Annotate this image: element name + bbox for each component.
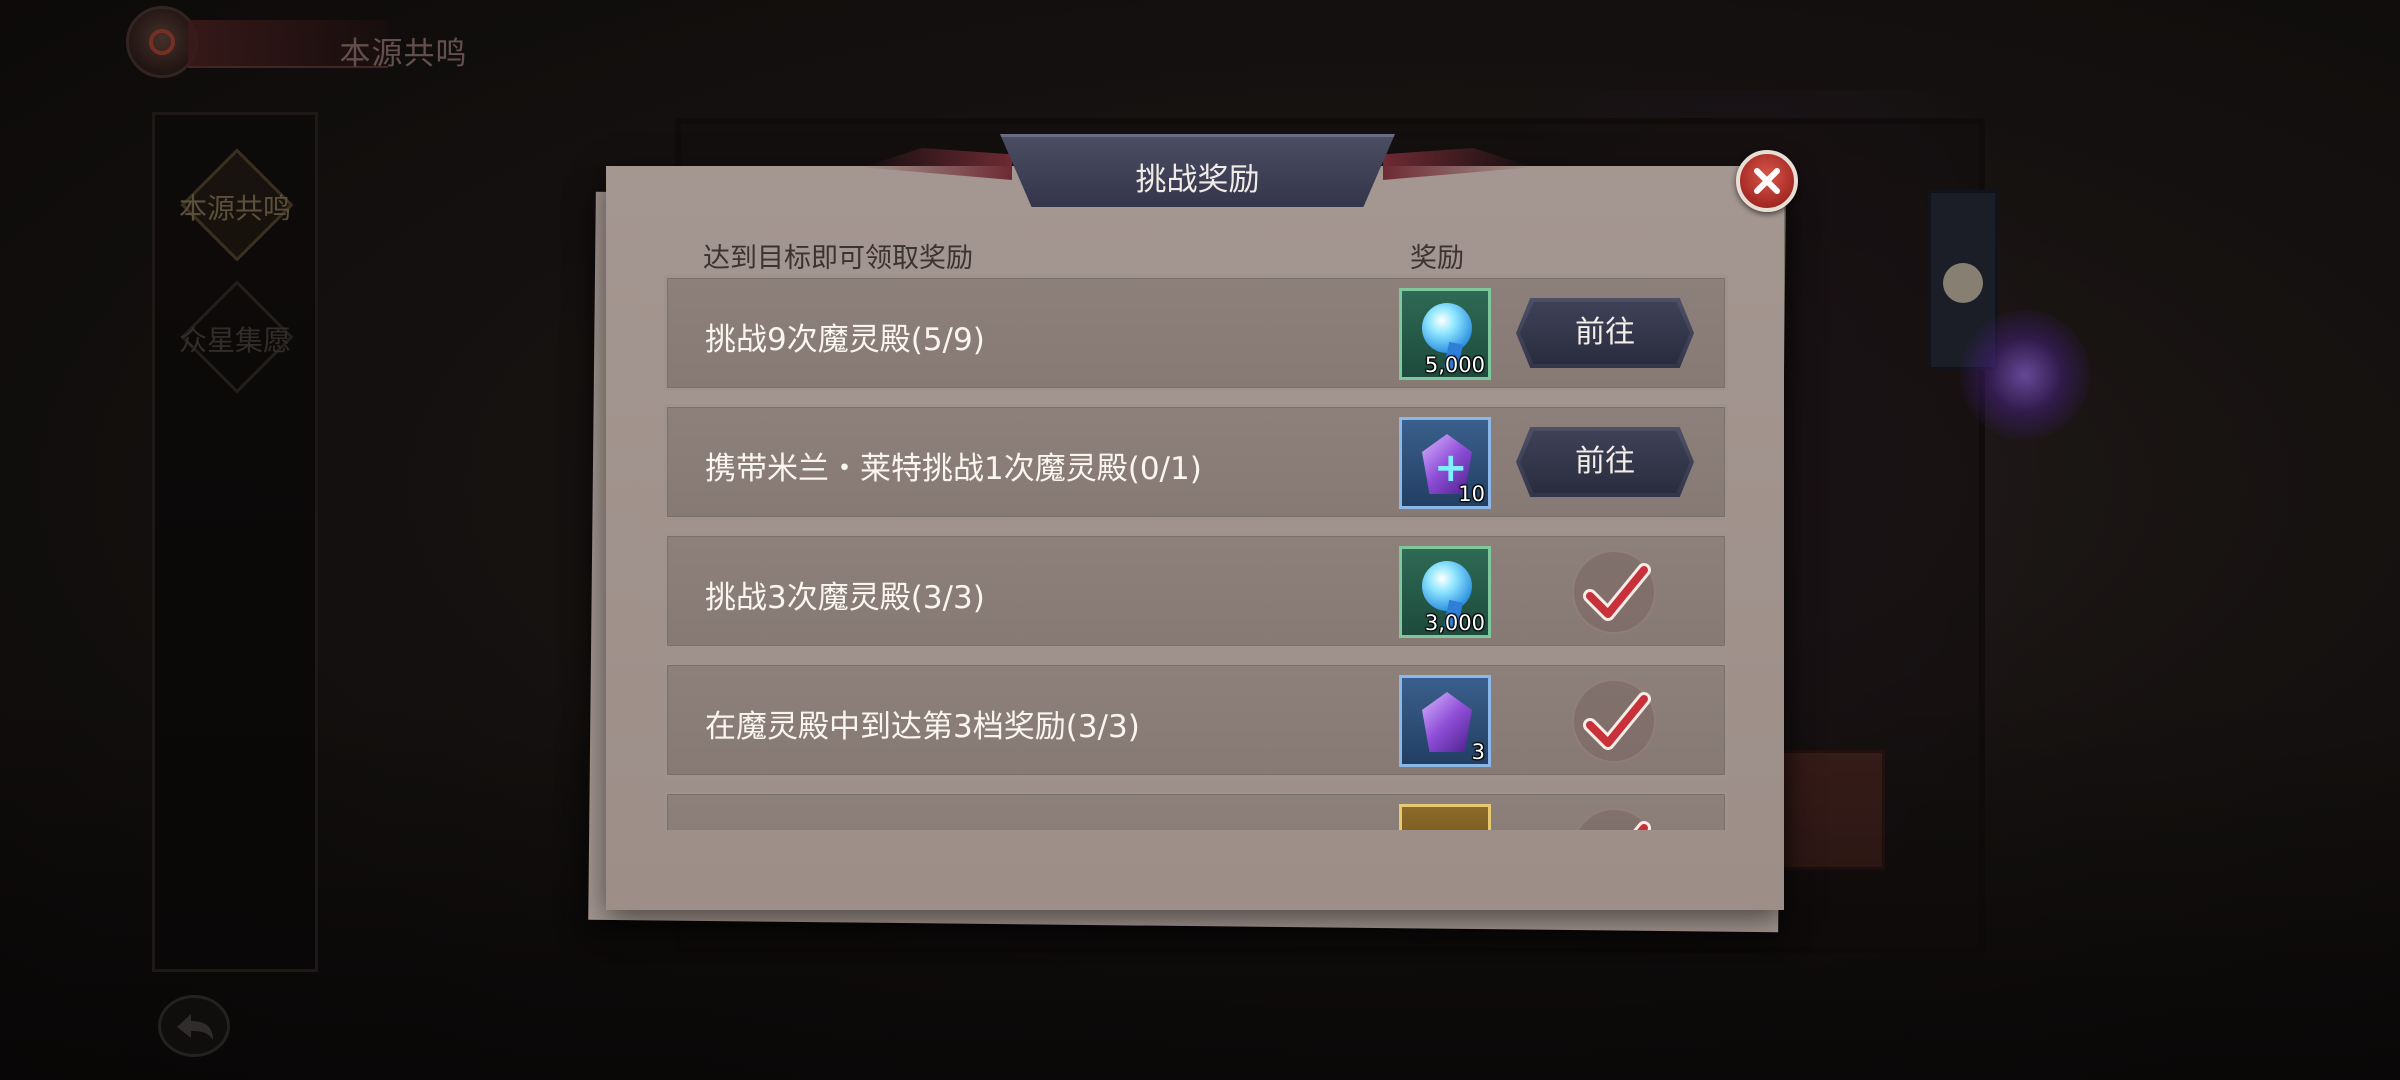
checkmark-icon bbox=[1633, 821, 1651, 830]
reward-row: 挑战3次魔灵殿(3/3) 3,000 bbox=[664, 533, 1728, 649]
checkmark-icon bbox=[1583, 563, 1651, 621]
reward-quantity: 3 bbox=[1471, 740, 1485, 764]
reward-quantity: 10 bbox=[1458, 482, 1485, 506]
checkmark-icon bbox=[1583, 692, 1651, 750]
reward-quantity: 5,000 bbox=[1424, 353, 1485, 377]
task-description: 携带米兰・莱特挑战1次魔灵殿(0/1) bbox=[705, 451, 1202, 487]
dialog-title: 挑战奖励 bbox=[1135, 162, 1260, 198]
task-description: 挑战3次魔灵殿(3/3) bbox=[705, 580, 985, 616]
close-icon bbox=[1754, 168, 1780, 194]
go-button-label: 前往 bbox=[1575, 444, 1635, 479]
claimed-checkmark bbox=[1572, 550, 1656, 634]
reward-item[interactable] bbox=[1399, 804, 1491, 830]
reward-row: 在魔灵殿中到达第3档奖励(3/3) 3 bbox=[664, 662, 1728, 778]
reward-item[interactable]: 3 bbox=[1399, 675, 1491, 767]
column-header-reward: 奖励 bbox=[1410, 243, 1464, 274]
reward-row: 挑战9次魔灵殿(5/9) 5,000 前往 bbox=[664, 275, 1728, 391]
go-button[interactable]: 前往 bbox=[1516, 427, 1694, 497]
reward-item[interactable]: 3,000 bbox=[1399, 546, 1491, 638]
reward-quantity: 3,000 bbox=[1424, 611, 1485, 635]
soul-orb-icon bbox=[1422, 561, 1472, 611]
task-description: 在魔灵殿中到达第3档奖励(3/3) bbox=[705, 709, 1140, 745]
column-header-goal: 达到目标即可领取奖励 bbox=[703, 243, 973, 274]
go-button[interactable]: 前往 bbox=[1516, 298, 1694, 368]
soul-orb-icon bbox=[1422, 303, 1472, 353]
reward-list[interactable]: 挑战9次魔灵殿(5/9) 5,000 前往 携带米兰・莱特挑战1次魔灵殿(0/1… bbox=[664, 275, 1728, 830]
reward-item[interactable]: 5,000 bbox=[1399, 288, 1491, 380]
close-button[interactable] bbox=[1736, 150, 1798, 212]
purple-crystal-icon bbox=[1422, 692, 1472, 752]
reward-row: 携带米兰・莱特挑战1次魔灵殿(0/1) + 10 前往 bbox=[664, 404, 1728, 520]
claimed-checkmark bbox=[1572, 808, 1656, 830]
claimed-checkmark bbox=[1572, 679, 1656, 763]
reward-row bbox=[664, 791, 1728, 830]
task-description: 挑战9次魔灵殿(5/9) bbox=[705, 322, 985, 358]
reward-item[interactable]: + 10 bbox=[1399, 417, 1491, 509]
go-button-label: 前往 bbox=[1575, 315, 1635, 350]
